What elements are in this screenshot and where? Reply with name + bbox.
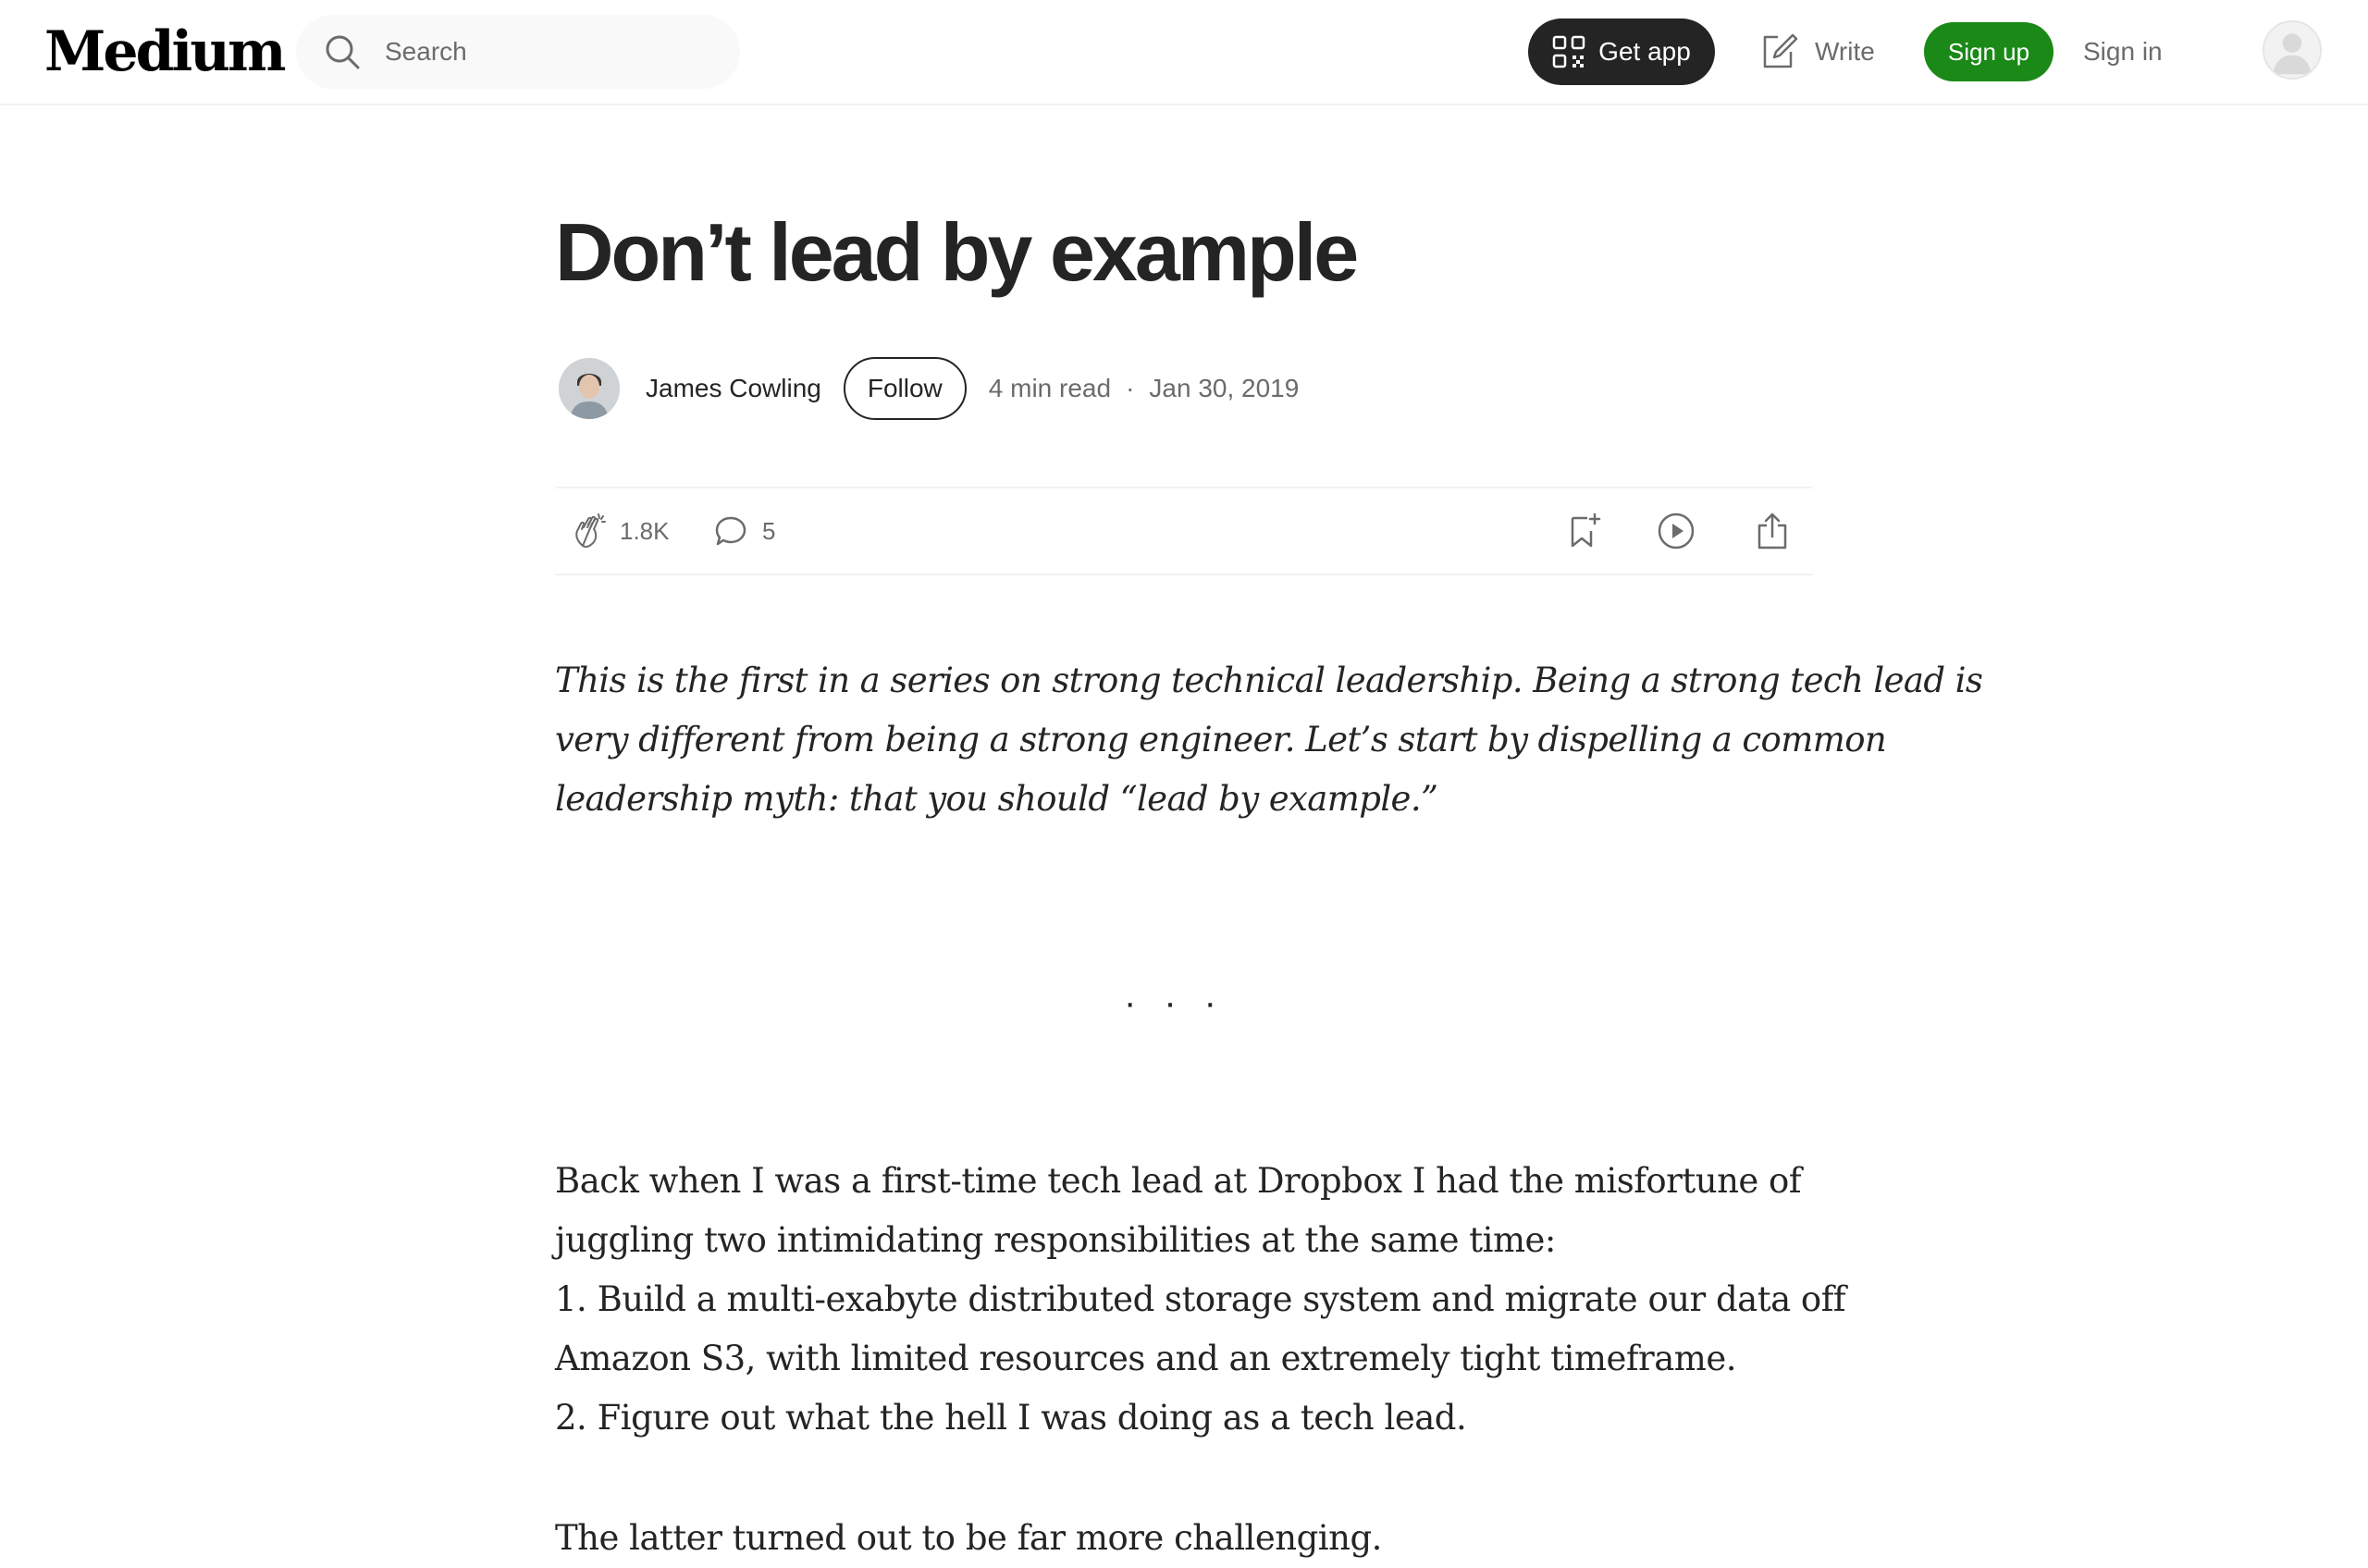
author-avatar[interactable] <box>559 358 620 419</box>
follow-button[interactable]: Follow <box>843 357 967 420</box>
user-silhouette <box>2273 33 2312 75</box>
write-button[interactable]: Write <box>1759 24 1875 80</box>
body-line: Back when I was a first-time tech lead a… <box>555 1161 1802 1201</box>
body-line: The latter turned out to be far more cha… <box>555 1518 1382 1558</box>
body-line: 1. Build a multi-exabyte distributed sto… <box>555 1279 1846 1319</box>
intro-line: This is the first in a series on strong … <box>555 661 1983 700</box>
body-line: 2. Figure out what the hell I was doing … <box>555 1398 1467 1438</box>
sign-in-link[interactable]: Sign in <box>2083 31 2163 72</box>
comment-count: 5 <box>762 516 776 545</box>
share-icon <box>1758 512 1787 549</box>
body-paragraph: Back when I was a first-time tech lead a… <box>555 1152 1846 1448</box>
play-circle-icon <box>1658 512 1695 549</box>
qr-code-icon <box>1552 35 1585 68</box>
article-title: Don’t lead by example <box>555 206 1359 298</box>
intro-paragraph: This is the first in a series on strong … <box>555 651 1983 829</box>
intro-line: very different from being a strong engin… <box>555 720 1887 759</box>
body-line: juggling two intimidating responsibiliti… <box>555 1220 1556 1260</box>
search-icon <box>326 35 360 69</box>
author-photo <box>559 358 620 419</box>
clap-count: 1.8K <box>620 516 670 545</box>
user-avatar-icon[interactable] <box>2263 20 2322 80</box>
clap-icon <box>575 513 606 548</box>
body-line: Amazon S3, with limited resources and an… <box>555 1339 1737 1378</box>
publish-date: Jan 30, 2019 <box>1149 374 1300 402</box>
meta-separator: · <box>1126 374 1135 402</box>
top-nav-bar: Medium Search Get app Write Sign up Sign… <box>0 0 2368 105</box>
save-button[interactable] <box>1563 488 1604 574</box>
listen-button[interactable] <box>1656 488 1696 574</box>
intro-line: leadership myth: that you should “lead b… <box>555 779 1438 819</box>
bookmark-add-icon <box>1571 512 1601 548</box>
comment-icon <box>715 516 746 546</box>
search-box[interactable]: Search <box>296 15 740 89</box>
write-label: Write <box>1815 37 1875 66</box>
medium-logo[interactable]: Medium <box>44 19 286 85</box>
article-meta: 4 min read · Jan 30, 2019 <box>989 374 1300 403</box>
author-name[interactable]: James Cowling <box>646 374 821 403</box>
read-time: 4 min read <box>988 374 1112 402</box>
search-input[interactable]: Search <box>385 37 467 67</box>
body-paragraph: The latter turned out to be far more cha… <box>555 1509 1815 1568</box>
sign-up-button[interactable]: Sign up <box>1924 22 2054 81</box>
clap-button[interactable]: 1.8K <box>570 488 670 574</box>
comments-button[interactable]: 5 <box>710 488 775 574</box>
section-separator: ··· <box>1124 982 1244 1023</box>
share-button[interactable] <box>1752 488 1793 574</box>
byline: James Cowling Follow 4 min read · Jan 30… <box>555 357 1813 420</box>
get-app-button[interactable]: Get app <box>1528 19 1715 85</box>
write-icon <box>1763 33 1798 68</box>
action-bar: 1.8K 5 <box>555 487 1813 575</box>
get-app-label: Get app <box>1598 37 1691 66</box>
